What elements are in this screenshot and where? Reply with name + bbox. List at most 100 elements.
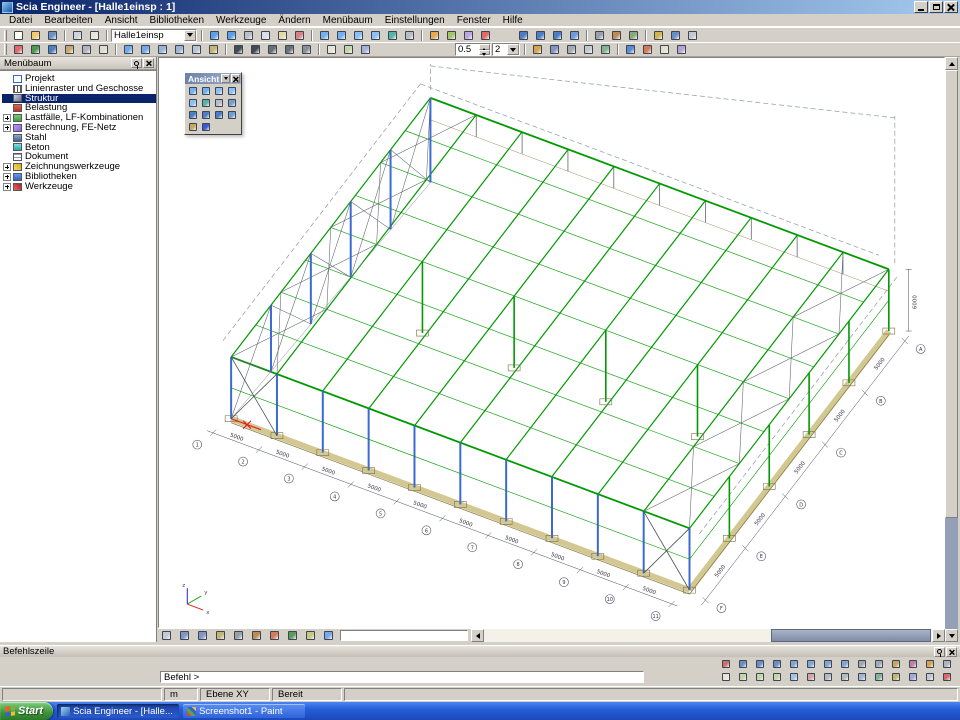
axonometry-icon[interactable] [225,109,238,121]
ansicht-palette[interactable]: Ansicht [184,72,242,135]
snap-perpendicular-icon[interactable] [803,658,819,669]
snap-line-grid-icon[interactable] [871,658,887,669]
scroll-down-button[interactable] [945,629,958,642]
command-field[interactable]: Befehl > [160,671,644,683]
close-panel-button[interactable] [143,58,154,68]
selection-arrow-icon[interactable] [323,43,339,56]
select-circle-icon[interactable] [769,672,785,683]
calculator-icon[interactable] [650,29,666,42]
combo-dropdown-icon[interactable] [507,44,519,55]
layers-icon[interactable] [443,29,459,42]
menu-item[interactable]: Fenster [451,14,497,27]
clipboard-selection-icon[interactable] [922,672,938,683]
command-input[interactable] [202,672,643,682]
select-rectangle-icon[interactable] [735,672,751,683]
befehlszeile-header[interactable]: Befehlszeile [0,645,960,657]
snap-settings-icon[interactable] [922,658,938,669]
spin-down-icon[interactable] [479,50,490,56]
add-beam-icon[interactable] [27,43,43,56]
cut-icon[interactable] [240,29,256,42]
close-panel-button[interactable] [946,647,957,657]
render-wheel-icon[interactable] [199,121,212,133]
redo-icon[interactable] [223,29,239,42]
vertical-scrollbar[interactable] [945,57,958,642]
expander-icon[interactable] [3,163,11,171]
zoom-in-icon[interactable] [350,29,366,42]
horizontal-scrollbar[interactable] [471,629,945,642]
toolbar-grip[interactable] [4,30,7,41]
view-z-icon[interactable] [549,29,565,42]
add-column-icon[interactable] [44,43,60,56]
project-settings-icon[interactable] [426,29,442,42]
picture-gallery-icon[interactable] [673,43,689,56]
project-combo[interactable]: Halle1einsp [111,29,197,42]
select-by-property-icon[interactable] [340,43,356,56]
arc-icon[interactable] [264,43,280,56]
pan-view-icon[interactable] [401,29,417,42]
view-side-icon[interactable] [212,109,225,121]
snap-off-icon[interactable] [939,658,955,669]
perspective-icon[interactable] [194,630,211,642]
snap-midpoint-icon[interactable] [752,658,768,669]
snap-settings-icon[interactable] [529,43,545,56]
ortho-mode-icon[interactable] [546,43,562,56]
pin-button[interactable] [934,647,945,657]
show-supports-icon[interactable] [284,630,301,642]
menu-item[interactable]: Bibliotheken [144,14,210,27]
mirror-icon[interactable] [154,43,170,56]
save-project-icon[interactable] [44,29,60,42]
selection-filter-icon[interactable] [905,672,921,683]
start-button[interactable]: Start [0,702,53,720]
scroll-left-button[interactable] [471,629,484,642]
zoom-all-icon[interactable] [186,85,199,97]
show-labels-icon[interactable] [302,630,319,642]
print-icon[interactable] [69,29,85,42]
view-settings-icon[interactable] [186,121,199,133]
expander-icon[interactable] [3,183,11,191]
menu-item[interactable]: Werkzeuge [210,14,272,27]
view-y-icon[interactable] [532,29,548,42]
show-loads-icon[interactable] [266,630,283,642]
dimension-line-icon[interactable] [298,43,314,56]
zoom-in-icon[interactable] [212,85,225,97]
measure-icon[interactable] [597,43,613,56]
palette-header[interactable]: Ansicht [185,73,241,84]
taskbar-button-scia[interactable]: Scia Engineer - [Halle... [57,704,179,718]
scale-icon[interactable] [188,43,204,56]
previous-zoom-icon[interactable] [225,97,238,109]
document-icon[interactable] [656,43,672,56]
grid-step-combo[interactable]: 2 [492,43,520,56]
copy-multi-icon[interactable] [137,43,153,56]
snap-magnet-icon[interactable] [718,658,734,669]
delete-icon[interactable] [291,29,307,42]
add-wall-icon[interactable] [78,43,94,56]
expander-icon[interactable] [3,114,11,122]
coordinate-input-icon[interactable] [580,43,596,56]
snap-grid-point-icon[interactable] [854,658,870,669]
calculation-icon[interactable] [622,43,638,56]
maximize-button[interactable] [929,1,943,13]
snap-orthogonal-icon[interactable] [888,658,904,669]
close-button[interactable] [944,1,958,13]
new-project-icon[interactable] [10,29,26,42]
menu-item[interactable]: Einstellungen [379,14,451,27]
palette-close-button[interactable] [231,74,240,83]
add-opening-icon[interactable] [95,43,111,56]
scrollbar-shaft[interactable] [945,70,958,629]
scrollbar-thumb[interactable] [945,70,958,518]
snap-intersection-icon[interactable] [769,658,785,669]
line-icon[interactable] [230,43,246,56]
view-x-icon[interactable] [515,29,531,42]
3d-viewport[interactable]: 5000 5000 5000 5000 5000 5000 5000 5000 … [158,57,945,628]
rotate-view-icon[interactable] [199,97,212,109]
view-point-icon[interactable] [176,630,193,642]
rotate-icon[interactable] [171,43,187,56]
snap-tangent-icon[interactable] [820,658,836,669]
pan-view-icon[interactable] [212,97,225,109]
escape-command-icon[interactable] [939,672,955,683]
zoom-out-icon[interactable] [225,85,238,97]
zoom-all-icon[interactable] [316,29,332,42]
scale-input[interactable]: 0.5 [455,43,491,56]
filter-icon[interactable] [357,43,373,56]
zoom-selection-icon[interactable] [186,97,199,109]
